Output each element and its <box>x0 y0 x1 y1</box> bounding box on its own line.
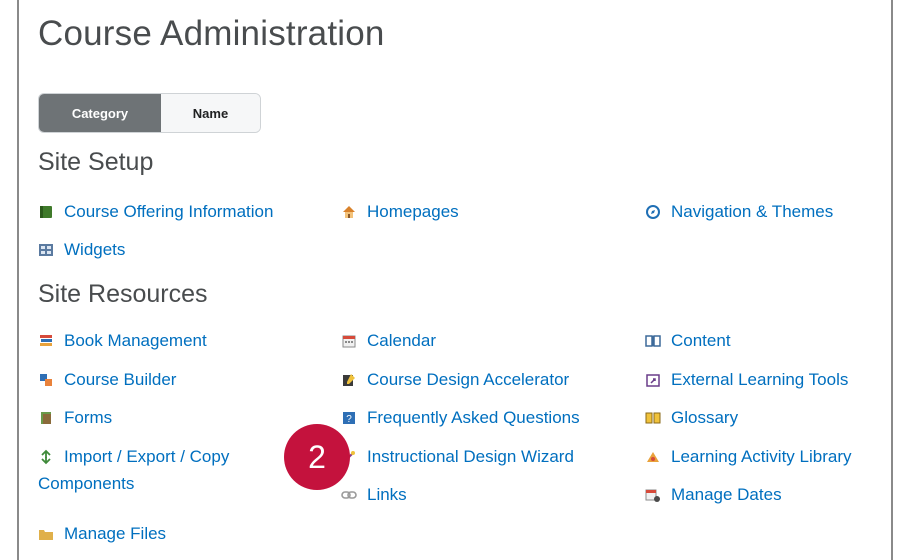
external-learning-tools-label: External Learning Tools <box>671 370 849 389</box>
course-offering-information-link[interactable]: Course Offering Information <box>38 202 273 222</box>
glossary-book-icon <box>645 410 661 426</box>
faq-link[interactable]: ? Frequently Asked Questions <box>341 408 580 428</box>
widgets-grid-icon <box>38 242 54 258</box>
forms-label: Forms <box>64 408 113 427</box>
links-link[interactable]: Links <box>341 485 407 505</box>
books-icon <box>38 333 54 349</box>
page-title: Course Administration <box>38 14 385 53</box>
learning-activity-library-label: Learning Activity Library <box>671 447 852 466</box>
svg-text:?: ? <box>346 414 352 425</box>
open-book-icon <box>645 333 661 349</box>
green-book-icon <box>38 204 54 220</box>
folder-icon <box>38 526 54 542</box>
manage-dates-label: Manage Dates <box>671 485 782 504</box>
course-design-accelerator-link[interactable]: Course Design Accelerator <box>341 370 569 390</box>
calendar-label: Calendar <box>367 331 436 350</box>
links-label: Links <box>367 485 407 504</box>
name-view-button[interactable]: Name <box>161 94 260 132</box>
site-setup-heading: Site Setup <box>38 148 154 176</box>
content-link[interactable]: Content <box>645 331 731 351</box>
manage-dates-link[interactable]: Manage Dates <box>645 485 782 505</box>
instructional-design-wizard-link[interactable]: Instructional Design Wizard <box>341 447 574 467</box>
widgets-label: Widgets <box>64 240 126 259</box>
glossary-link[interactable]: Glossary <box>645 408 738 428</box>
book-management-label: Book Management <box>64 331 207 350</box>
learning-activity-library-link[interactable]: Learning Activity Library <box>645 447 851 467</box>
activity-library-icon <box>645 449 661 465</box>
house-icon <box>341 204 357 220</box>
manage-files-label: Manage Files <box>64 524 167 543</box>
calendar-link[interactable]: Calendar <box>341 331 436 351</box>
site-resources-heading: Site Resources <box>38 280 208 308</box>
callout-number-badge: 2 <box>284 424 350 490</box>
forms-icon <box>38 410 54 426</box>
course-design-accelerator-label: Course Design Accelerator <box>367 370 570 389</box>
faq-label: Frequently Asked Questions <box>367 408 580 427</box>
course-builder-link[interactable]: Course Builder <box>38 370 176 390</box>
import-export-copy-label-line2[interactable]: Components <box>38 474 134 494</box>
navigation-themes-label: Navigation & Themes <box>671 202 834 221</box>
category-view-button[interactable]: Category <box>39 94 161 132</box>
forms-link[interactable]: Forms <box>38 408 112 428</box>
view-toggle: Category Name <box>38 93 261 133</box>
widgets-link[interactable]: Widgets <box>38 240 125 260</box>
book-management-link[interactable]: Book Management <box>38 331 207 351</box>
navigation-themes-link[interactable]: Navigation & Themes <box>645 202 833 222</box>
glossary-label: Glossary <box>671 408 739 427</box>
content-label: Content <box>671 331 731 350</box>
course-offering-information-label: Course Offering Information <box>64 202 274 221</box>
import-export-copy-label: Import / Export / Copy <box>64 447 230 466</box>
external-learning-tools-link[interactable]: External Learning Tools <box>645 370 848 390</box>
homepages-link[interactable]: Homepages <box>341 202 459 222</box>
compass-icon <box>645 204 661 220</box>
calendar-icon <box>341 333 357 349</box>
chain-link-icon <box>341 487 357 503</box>
pencil-folder-icon <box>341 372 357 388</box>
import-export-copy-link[interactable]: Import / Export / Copy <box>38 447 229 467</box>
course-builder-label: Course Builder <box>64 370 177 389</box>
calendar-gear-icon <box>645 487 661 503</box>
arrows-icon <box>38 449 54 465</box>
manage-files-link[interactable]: Manage Files <box>38 524 166 544</box>
blocks-icon <box>38 372 54 388</box>
instructional-design-wizard-label: Instructional Design Wizard <box>367 447 574 466</box>
homepages-label: Homepages <box>367 202 459 221</box>
faq-icon: ? <box>341 410 357 426</box>
external-tool-icon <box>645 372 661 388</box>
